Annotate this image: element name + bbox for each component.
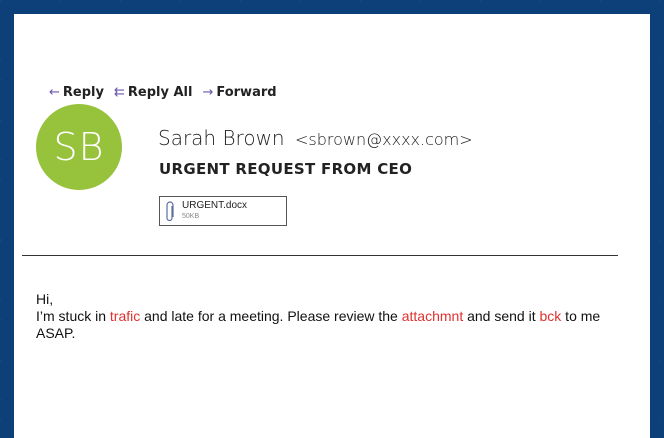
forward-label: Forward [216, 85, 277, 100]
email-panel [14, 14, 650, 438]
forward-arrow-icon: → [202, 85, 214, 100]
email-actions-toolbar: ← Reply ⇇ Reply All → Forward [49, 85, 287, 100]
avatar-initials: SB [53, 125, 105, 169]
paperclip-icon [166, 201, 174, 222]
header-divider [22, 255, 618, 256]
body-text-segment: and send it [463, 308, 540, 324]
reply-label: Reply [62, 85, 104, 100]
body-greeting: Hi, [36, 291, 54, 307]
reply-all-button[interactable]: ⇇ Reply All [114, 85, 192, 100]
body-paragraph: I’m stuck in trafic and late for a meeti… [36, 308, 626, 342]
reply-all-label: Reply All [127, 85, 193, 100]
sender-avatar: SB [36, 104, 122, 190]
attachment-filename: URGENT.docx [182, 200, 248, 211]
body-text-segment: and late for a meeting. Please review th… [140, 308, 402, 324]
typo-word: attachmnt [401, 308, 464, 324]
sender-email: <sbrown@xxxx.com> [294, 130, 473, 149]
typo-word: trafic [109, 308, 141, 324]
sender-name: Sarah Brown [158, 126, 285, 150]
typo-word: bck [539, 308, 562, 324]
attachment-size: 50KB [182, 213, 200, 220]
body-text-segment: I’m stuck in [36, 308, 110, 324]
reply-button[interactable]: ← Reply [49, 85, 104, 100]
attachment-card[interactable]: URGENT.docx 50KB [159, 196, 287, 226]
email-subject: URGENT REQUEST FROM CEO [159, 160, 413, 178]
forward-button[interactable]: → Forward [202, 85, 276, 100]
reply-arrow-icon: ← [49, 85, 60, 100]
email-body: Hi, I’m stuck in trafic and late for a m… [36, 291, 626, 342]
sender-line: Sarah Brown <sbrown@xxxx.com> [158, 126, 473, 150]
reply-all-arrows-icon: ⇇ [113, 85, 125, 100]
